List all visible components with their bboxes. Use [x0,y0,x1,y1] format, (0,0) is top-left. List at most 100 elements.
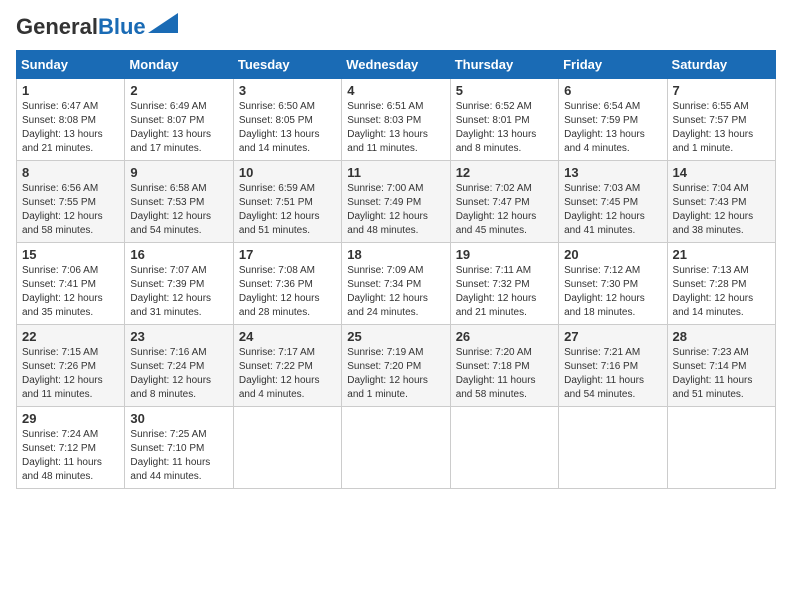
day-info: Sunrise: 7:12 AMSunset: 7:30 PMDaylight:… [564,264,661,320]
day-info: Sunrise: 7:25 AMSunset: 7:10 PMDaylight:… [130,428,227,484]
day-cell: 18 Sunrise: 7:09 AMSunset: 7:34 PMDayligh… [342,243,450,325]
day-cell [342,407,450,489]
day-cell: 5 Sunrise: 6:52 AMSunset: 8:01 PMDaylight… [450,79,558,161]
day-number: 11 [347,165,444,180]
day-info: Sunrise: 7:23 AMSunset: 7:14 PMDaylight:… [673,346,770,402]
header-tuesday: Tuesday [233,51,341,79]
day-cell: 16Sunrise: 7:07 AMSunset: 7:39 PMDayligh… [125,243,233,325]
day-cell: 10 Sunrise: 6:59 AMSunset: 7:51 PMDayligh… [233,161,341,243]
day-cell: 3 Sunrise: 6:50 AMSunset: 8:05 PMDaylight… [233,79,341,161]
day-info: Sunrise: 6:54 AMSunset: 7:59 PMDaylight:… [564,100,661,156]
page-header: GeneralBlue [16,16,776,38]
day-number: 6 [564,83,661,98]
day-info: Sunrise: 7:06 AMSunset: 7:41 PMDaylight:… [22,264,119,320]
day-info: Sunrise: 7:24 AMSunset: 7:12 PMDaylight:… [22,428,119,484]
day-cell: 26 Sunrise: 7:20 AMSunset: 7:18 PMDayligh… [450,325,558,407]
header-friday: Friday [559,51,667,79]
day-info: Sunrise: 6:50 AMSunset: 8:05 PMDaylight:… [239,100,336,156]
logo-text: GeneralBlue [16,16,146,38]
day-number: 9 [130,165,227,180]
day-cell: 11 Sunrise: 7:00 AMSunset: 7:49 PMDayligh… [342,161,450,243]
day-info: Sunrise: 6:59 AMSunset: 7:51 PMDaylight:… [239,182,336,238]
day-number: 7 [673,83,770,98]
day-cell: 25 Sunrise: 7:19 AMSunset: 7:20 PMDayligh… [342,325,450,407]
day-number: 22 [22,329,119,344]
day-info: Sunrise: 7:00 AMSunset: 7:49 PMDaylight:… [347,182,444,238]
week-row-1: 1Sunrise: 6:47 AMSunset: 8:08 PMDaylight… [17,79,776,161]
day-number: 24 [239,329,336,344]
day-number: 27 [564,329,661,344]
week-row-4: 22 Sunrise: 7:15 AMSunset: 7:26 PMDayligh… [17,325,776,407]
day-number: 10 [239,165,336,180]
day-number: 28 [673,329,770,344]
day-number: 30 [130,411,227,426]
day-cell: 6 Sunrise: 6:54 AMSunset: 7:59 PMDaylight… [559,79,667,161]
header-wednesday: Wednesday [342,51,450,79]
day-info: Sunrise: 7:21 AMSunset: 7:16 PMDaylight:… [564,346,661,402]
day-cell: 8Sunrise: 6:56 AMSunset: 7:55 PMDaylight… [17,161,125,243]
day-cell [450,407,558,489]
day-cell: 28 Sunrise: 7:23 AMSunset: 7:14 PMDayligh… [667,325,775,407]
day-cell: 12 Sunrise: 7:02 AMSunset: 7:47 PMDayligh… [450,161,558,243]
day-number: 14 [673,165,770,180]
day-cell: 29Sunrise: 7:24 AMSunset: 7:12 PMDayligh… [17,407,125,489]
day-number: 15 [22,247,119,262]
day-cell: 14 Sunrise: 7:04 AMSunset: 7:43 PMDayligh… [667,161,775,243]
day-number: 26 [456,329,553,344]
day-cell: 17 Sunrise: 7:08 AMSunset: 7:36 PMDayligh… [233,243,341,325]
day-number: 8 [22,165,119,180]
day-info: Sunrise: 7:08 AMSunset: 7:36 PMDaylight:… [239,264,336,320]
day-number: 20 [564,247,661,262]
day-cell: 23Sunrise: 7:16 AMSunset: 7:24 PMDayligh… [125,325,233,407]
day-cell: 22 Sunrise: 7:15 AMSunset: 7:26 PMDayligh… [17,325,125,407]
day-info: Sunrise: 7:19 AMSunset: 7:20 PMDaylight:… [347,346,444,402]
day-cell: 13Sunrise: 7:03 AMSunset: 7:45 PMDayligh… [559,161,667,243]
header-sunday: Sunday [17,51,125,79]
day-cell: 15 Sunrise: 7:06 AMSunset: 7:41 PMDayligh… [17,243,125,325]
day-cell: 7 Sunrise: 6:55 AMSunset: 7:57 PMDaylight… [667,79,775,161]
day-number: 25 [347,329,444,344]
day-info: Sunrise: 7:02 AMSunset: 7:47 PMDaylight:… [456,182,553,238]
header-saturday: Saturday [667,51,775,79]
day-info: Sunrise: 6:55 AMSunset: 7:57 PMDaylight:… [673,100,770,156]
day-info: Sunrise: 6:49 AMSunset: 8:07 PMDaylight:… [130,100,227,156]
day-cell: 1Sunrise: 6:47 AMSunset: 8:08 PMDaylight… [17,79,125,161]
day-number: 21 [673,247,770,262]
calendar-header-row: SundayMondayTuesdayWednesdayThursdayFrid… [17,51,776,79]
day-cell: 9 Sunrise: 6:58 AMSunset: 7:53 PMDaylight… [125,161,233,243]
day-number: 3 [239,83,336,98]
week-row-2: 8Sunrise: 6:56 AMSunset: 7:55 PMDaylight… [17,161,776,243]
day-info: Sunrise: 6:52 AMSunset: 8:01 PMDaylight:… [456,100,553,156]
day-number: 12 [456,165,553,180]
logo: GeneralBlue [16,16,178,38]
day-cell: 4Sunrise: 6:51 AMSunset: 8:03 PMDaylight… [342,79,450,161]
day-info: Sunrise: 7:15 AMSunset: 7:26 PMDaylight:… [22,346,119,402]
day-number: 2 [130,83,227,98]
day-number: 13 [564,165,661,180]
day-cell: 24 Sunrise: 7:17 AMSunset: 7:22 PMDayligh… [233,325,341,407]
day-number: 5 [456,83,553,98]
day-info: Sunrise: 7:07 AMSunset: 7:39 PMDaylight:… [130,264,227,320]
day-number: 4 [347,83,444,98]
day-info: Sunrise: 7:20 AMSunset: 7:18 PMDaylight:… [456,346,553,402]
day-cell: 2 Sunrise: 6:49 AMSunset: 8:07 PMDaylight… [125,79,233,161]
day-cell [233,407,341,489]
day-cell [667,407,775,489]
day-cell: 20 Sunrise: 7:12 AMSunset: 7:30 PMDayligh… [559,243,667,325]
day-info: Sunrise: 7:09 AMSunset: 7:34 PMDaylight:… [347,264,444,320]
day-info: Sunrise: 7:04 AMSunset: 7:43 PMDaylight:… [673,182,770,238]
day-cell: 27 Sunrise: 7:21 AMSunset: 7:16 PMDayligh… [559,325,667,407]
header-monday: Monday [125,51,233,79]
day-info: Sunrise: 7:11 AMSunset: 7:32 PMDaylight:… [456,264,553,320]
calendar-table: SundayMondayTuesdayWednesdayThursdayFrid… [16,50,776,489]
day-number: 18 [347,247,444,262]
day-cell: 30 Sunrise: 7:25 AMSunset: 7:10 PMDayligh… [125,407,233,489]
week-row-3: 15 Sunrise: 7:06 AMSunset: 7:41 PMDayligh… [17,243,776,325]
day-info: Sunrise: 7:13 AMSunset: 7:28 PMDaylight:… [673,264,770,320]
day-number: 19 [456,247,553,262]
day-number: 23 [130,329,227,344]
day-info: Sunrise: 6:58 AMSunset: 7:53 PMDaylight:… [130,182,227,238]
day-cell: 21 Sunrise: 7:13 AMSunset: 7:28 PMDayligh… [667,243,775,325]
day-number: 17 [239,247,336,262]
day-info: Sunrise: 7:17 AMSunset: 7:22 PMDaylight:… [239,346,336,402]
